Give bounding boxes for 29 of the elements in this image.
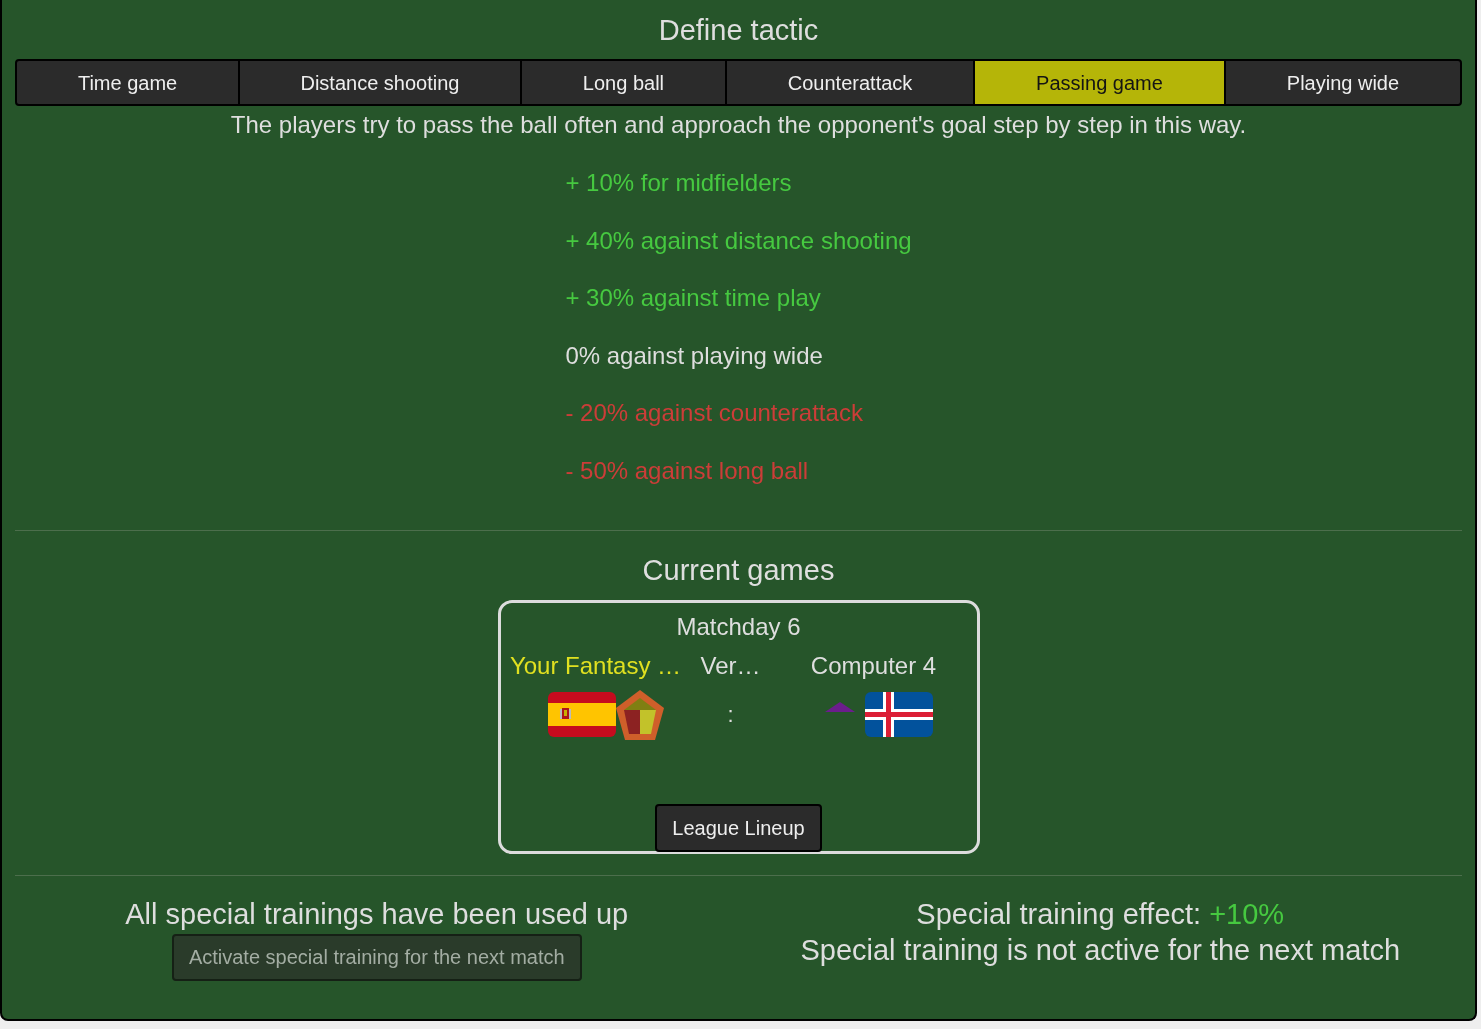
score-separator: : [727, 701, 734, 728]
tactic-tab[interactable]: Playing wide [1225, 61, 1460, 104]
tactic-tab[interactable]: Distance shooting [240, 61, 520, 104]
flag-icon [864, 692, 933, 738]
league-lineup-button[interactable]: League Lineup [655, 803, 822, 852]
training-effect-label: Special training effect: [916, 896, 1202, 931]
tactic-tab[interactable]: Passing game [975, 61, 1224, 104]
training-active-note: Special training is not active for the next match [800, 932, 1401, 967]
flag-icon [547, 692, 616, 738]
tactic-effect: + 10% for midfielders [565, 169, 793, 197]
tactic-tab[interactable]: Long ball [521, 61, 726, 104]
triangle-icon [824, 702, 855, 713]
training-effect-value: +10% [1209, 896, 1285, 931]
match-info-text: Ver… [700, 651, 761, 680]
tactic-tab[interactable]: Time game [17, 61, 239, 104]
tactic-effect: 0% against playing wide [565, 341, 824, 370]
panel-title: Define tactic [658, 13, 819, 48]
training-status: All special trainings have been used up [125, 896, 629, 931]
pentagon-badge-icon [615, 689, 664, 740]
tactic-effect: + 40% against distance shooting [565, 226, 912, 255]
tactic-tab[interactable]: Counterattack [727, 61, 974, 104]
tactic-effect: + 30% against time play [565, 284, 822, 313]
matchday-label: Matchday 6 [676, 613, 801, 640]
tactic-effect: - 20% against counterattack [565, 399, 864, 428]
team-name: Your Fantasy … [509, 651, 682, 680]
section-title: Current games [642, 552, 835, 587]
team-name: Computer 4 [810, 651, 937, 680]
tactic-description: The players try to pass the ball often and approach the opponent's goal step by step in this way. [230, 111, 1247, 139]
tactic-effect: - 50% against long ball [565, 456, 810, 485]
